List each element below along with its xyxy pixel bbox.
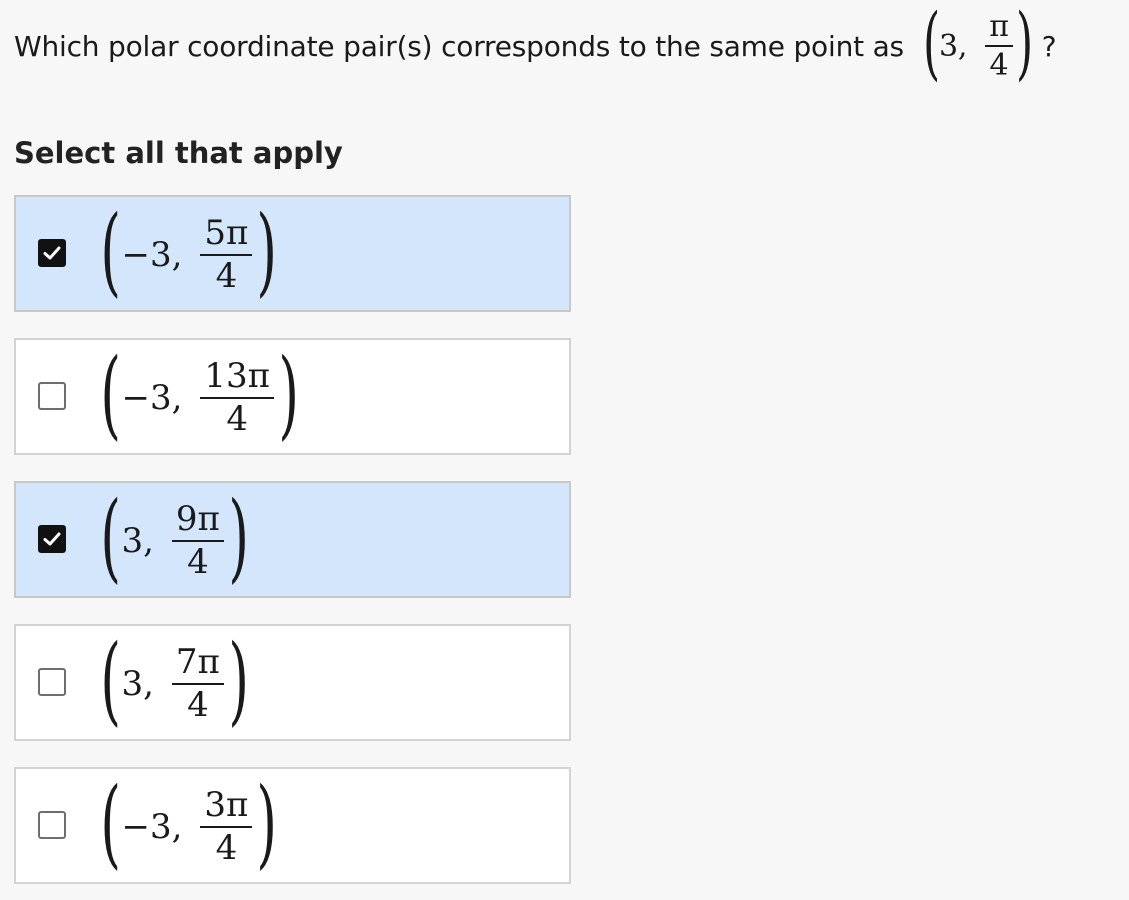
question-mark: ? bbox=[1041, 29, 1057, 63]
option-math: ( −3, 3π 4 ) bbox=[100, 767, 278, 879]
question-math: ( 3, π 4 ) bbox=[922, 0, 1033, 89]
answer-option-5[interactable]: ( −3, 3π 4 ) bbox=[14, 767, 571, 884]
checkbox-unchecked[interactable] bbox=[38, 667, 66, 696]
instruction-label: Select all that apply bbox=[14, 136, 343, 170]
answer-option-4[interactable]: ( 3, 7π 4 ) bbox=[14, 624, 571, 741]
checkbox-checked[interactable] bbox=[38, 238, 66, 267]
checkbox-unchecked[interactable] bbox=[38, 381, 66, 410]
option-math: ( −3, 5π 4 ) bbox=[100, 195, 278, 307]
answer-option-2[interactable]: ( −3, 13π 4 ) bbox=[14, 338, 571, 455]
option-math: ( 3, 9π 4 ) bbox=[100, 481, 249, 593]
answer-option-3[interactable]: ( 3, 9π 4 ) bbox=[14, 481, 571, 598]
option-math: ( 3, 7π 4 ) bbox=[100, 624, 249, 736]
check-icon bbox=[43, 532, 61, 545]
question-angle: π 4 bbox=[985, 10, 1013, 82]
question-text: Which polar coordinate pair(s) correspon… bbox=[14, 29, 904, 63]
answer-option-1[interactable]: ( −3, 5π 4 ) bbox=[14, 195, 571, 312]
option-math: ( −3, 13π 4 ) bbox=[100, 338, 300, 450]
question-radius: 3, bbox=[938, 28, 968, 64]
checkbox-unchecked[interactable] bbox=[38, 810, 66, 839]
check-icon bbox=[43, 246, 61, 259]
question-prompt: Which polar coordinate pair(s) correspon… bbox=[14, 0, 1057, 89]
checkbox-checked[interactable] bbox=[38, 524, 66, 553]
